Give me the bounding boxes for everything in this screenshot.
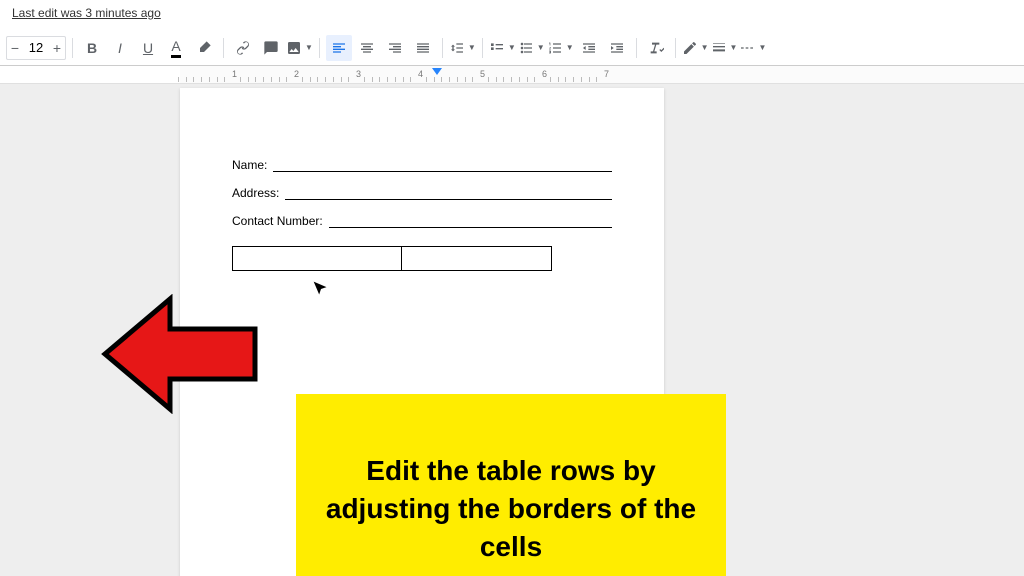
image-button[interactable]: ▼ — [286, 35, 313, 61]
checklist-button[interactable]: ▼ — [489, 35, 516, 61]
address-label: Address: — [232, 186, 279, 200]
numbered-list-icon — [547, 40, 563, 56]
align-center-icon — [359, 40, 375, 56]
align-left-button[interactable] — [326, 35, 352, 61]
separator — [319, 38, 320, 58]
pen-icon — [682, 40, 698, 56]
border-dash-button[interactable]: ▼ — [739, 35, 766, 61]
indent-increase-button[interactable] — [604, 35, 630, 61]
underline-button[interactable]: U — [135, 35, 161, 61]
table-row[interactable] — [233, 247, 552, 271]
border-dash-icon — [739, 40, 755, 56]
highlight-icon — [196, 40, 212, 56]
indent-increase-icon — [609, 40, 625, 56]
canvas: Name: Address: Contact Number: Edit the … — [0, 84, 1024, 576]
border-width-icon — [711, 40, 727, 56]
separator — [482, 38, 483, 58]
separator — [636, 38, 637, 58]
clear-format-icon — [648, 40, 664, 56]
clear-format-button[interactable] — [643, 35, 669, 61]
align-justify-button[interactable] — [410, 35, 436, 61]
align-left-icon — [331, 40, 347, 56]
header-bar: Last edit was 3 minutes ago — [0, 0, 1024, 30]
font-size-control: − + — [6, 36, 66, 60]
align-right-button[interactable] — [382, 35, 408, 61]
numbered-list-button[interactable]: ▼ — [547, 35, 574, 61]
align-right-icon — [387, 40, 403, 56]
separator — [72, 38, 73, 58]
link-icon — [235, 40, 251, 56]
indent-decrease-icon — [581, 40, 597, 56]
form-row-address: Address: — [232, 186, 612, 200]
border-color-button[interactable]: ▼ — [682, 35, 709, 61]
bulleted-list-button[interactable]: ▼ — [518, 35, 545, 61]
comment-button[interactable] — [258, 35, 284, 61]
contact-label: Contact Number: — [232, 214, 323, 228]
last-edit-link[interactable]: Last edit was 3 minutes ago — [12, 6, 161, 20]
callout-text: Edit the table rows by adjusting the bor… — [322, 452, 700, 565]
font-size-input[interactable] — [23, 40, 49, 55]
text-color-button[interactable]: A — [163, 35, 189, 61]
address-line[interactable] — [285, 186, 612, 200]
font-size-increase[interactable]: + — [49, 40, 65, 56]
editable-table[interactable] — [232, 246, 552, 271]
separator — [675, 38, 676, 58]
italic-button[interactable]: I — [107, 35, 133, 61]
border-width-button[interactable]: ▼ — [711, 35, 738, 61]
separator — [223, 38, 224, 58]
line-spacing-icon — [449, 40, 465, 56]
name-label: Name: — [232, 158, 267, 172]
bulleted-list-icon — [518, 40, 534, 56]
comment-icon — [263, 40, 279, 56]
image-icon — [286, 40, 302, 56]
align-justify-icon — [415, 40, 431, 56]
form-row-contact: Contact Number: — [232, 214, 612, 228]
indent-decrease-button[interactable] — [576, 35, 602, 61]
align-center-button[interactable] — [354, 35, 380, 61]
line-spacing-button[interactable]: ▼ — [449, 35, 476, 61]
highlight-button[interactable] — [191, 35, 217, 61]
toolbar: − + B I U A ▼ ▼ ▼ ▼ — [0, 30, 1024, 66]
instruction-callout: Edit the table rows by adjusting the bor… — [296, 394, 726, 576]
cursor-indicator — [310, 278, 332, 303]
form-row-name: Name: — [232, 158, 612, 172]
font-size-decrease[interactable]: − — [7, 40, 23, 56]
ruler[interactable]: 1234567 — [0, 66, 1024, 84]
link-button[interactable] — [230, 35, 256, 61]
contact-line[interactable] — [329, 214, 612, 228]
name-line[interactable] — [273, 158, 612, 172]
checklist-icon — [489, 40, 505, 56]
bold-button[interactable]: B — [79, 35, 105, 61]
separator — [442, 38, 443, 58]
